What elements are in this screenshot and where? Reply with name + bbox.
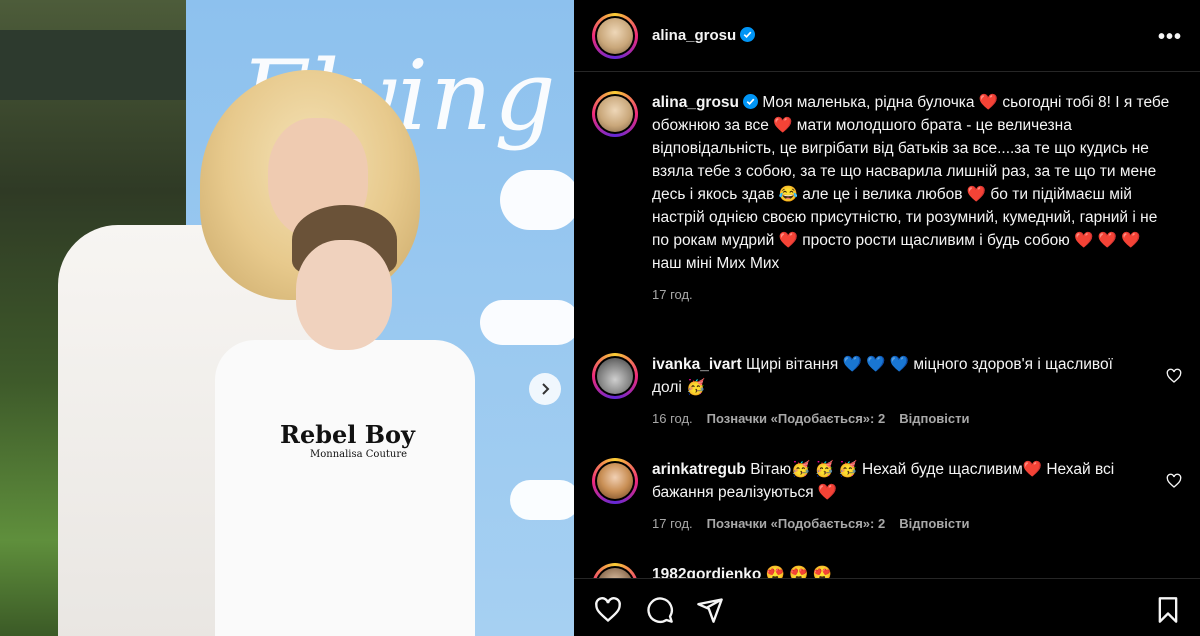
verified-badge-icon [740,27,756,42]
post-actions-bar [574,578,1200,636]
comment-username[interactable]: arinkatregub [652,461,746,478]
comment-text: 😍 😍 😍 [765,566,833,578]
comment-time[interactable]: 17 год. [652,512,693,535]
post-image[interactable]: Flying Rebel Boy Monnalisa Couture [0,0,574,636]
verified-badge-icon [743,94,758,109]
caption-avatar[interactable] [592,91,638,137]
post-caption: alina_grosu Моя маленька, рідна булочка … [592,91,1182,306]
bookmark-icon[interactable] [1154,596,1182,624]
comment-like-heart-icon[interactable] [1166,473,1182,489]
comment-item: ivanka_ivart Щирі вітання 💙 💙 💙 міцного … [592,353,1192,430]
shirt-print-subtitle: Monnalisa Couture [310,449,408,460]
comment-like-heart-icon[interactable] [1166,368,1182,384]
commenter-avatar[interactable] [592,353,638,399]
author-username[interactable]: alina_grosu [652,27,756,44]
reply-button[interactable]: Відповісти [899,407,969,430]
caption-username[interactable]: alina_grosu [652,94,739,111]
commenter-avatar[interactable] [592,458,638,504]
heart-icon[interactable] [594,596,622,624]
comment-time[interactable]: 16 год. [652,407,693,430]
caption-text: Моя маленька, рідна булочка ❤️ сьогодні … [652,94,1170,272]
reply-button[interactable]: Відповісти [899,512,969,535]
shirt-print-title: Rebel Boy [280,420,415,449]
post-header: alina_grosu ••• [574,0,1200,72]
comment-likes[interactable]: Позначки «Подобається»: 2 [707,407,886,430]
boy-shirt [215,340,475,636]
send-icon[interactable] [696,596,724,624]
comment-username[interactable]: 1982gordienko [652,566,761,578]
comment-item: arinkatregub Вітаю🥳 🥳 🥳 Нехай буде щасли… [592,458,1192,535]
commenter-avatar[interactable] [592,563,638,578]
chevron-right-icon [542,383,550,395]
shirt-print: Rebel Boy Monnalisa Couture [280,420,430,460]
comment-icon[interactable] [646,596,674,624]
backdrop-cloud [480,300,574,345]
comment-username[interactable]: ivanka_ivart [652,356,742,373]
backdrop-cloud [510,480,574,520]
author-avatar[interactable] [592,12,638,59]
comment-item: 1982gordienko 😍 😍 😍 [592,563,1192,578]
carousel-next-button[interactable] [529,373,561,405]
more-options-icon[interactable]: ••• [1158,26,1182,49]
comments-scroll-area[interactable]: alina_grosu Моя маленька, рідна булочка … [574,73,1200,578]
background-gazebo [0,30,190,100]
boy-face [296,240,392,350]
comment-likes[interactable]: Позначки «Подобається»: 2 [707,512,886,535]
post-details-panel: alina_grosu ••• alina_grosu Моя маленька… [574,0,1200,636]
backdrop-cloud [500,170,574,230]
caption-time[interactable]: 17 год. [652,283,1172,306]
